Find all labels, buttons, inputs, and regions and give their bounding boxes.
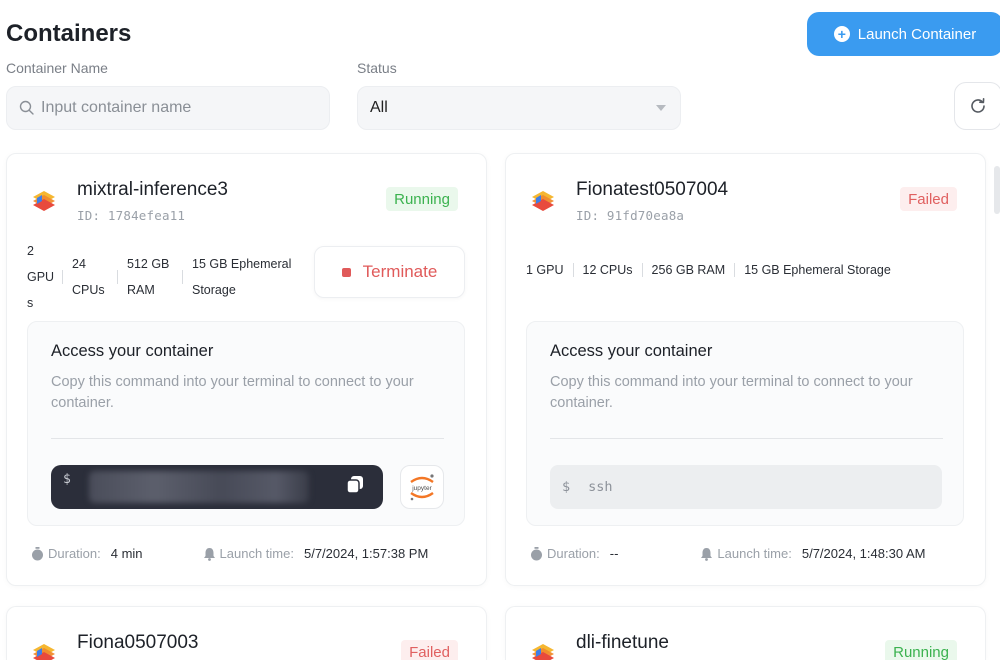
container-logo-icon	[532, 644, 554, 660]
status-badge: Failed	[900, 187, 957, 211]
stopwatch-icon	[531, 546, 542, 560]
divider	[62, 270, 63, 284]
launch-container-label: Launch Container	[857, 25, 977, 43]
status-badge: Running	[885, 640, 957, 660]
container-card[interactable]: Fiona0507003 Failed	[6, 606, 487, 660]
status-select[interactable]: All	[357, 86, 681, 130]
stopwatch-icon	[32, 546, 43, 560]
duration-value: --	[609, 546, 619, 561]
jupyter-text: jupyter	[411, 485, 432, 492]
status-label: Status	[357, 60, 397, 76]
container-name: Fiona0507003	[77, 632, 199, 653]
access-title: Access your container	[51, 342, 214, 360]
divider	[572, 263, 574, 277]
launch-container-button[interactable]: + Launch Container	[807, 12, 1000, 56]
access-panel: Access your container Copy this command …	[526, 321, 964, 526]
refresh-icon	[971, 98, 985, 113]
spec-ram: 512 GB RAM	[127, 257, 170, 297]
container-card[interactable]: mixtral-inference3 ID: 1784efea11 Runnin…	[6, 153, 487, 586]
container-name: dli-finetune	[576, 632, 669, 653]
divider	[182, 270, 183, 284]
duration-label: Duration:	[48, 546, 101, 561]
launch-time-value: 5/7/2024, 1:48:30 AM	[801, 546, 926, 561]
spec-storage: 15 GB Ephemeral Storage	[192, 257, 292, 297]
jupyter-icon: jupyter	[410, 474, 434, 501]
card-footer: Duration: 4 min Launch time: 5/7/2024, 1…	[31, 546, 471, 561]
refresh-button[interactable]	[954, 82, 1000, 130]
search-icon	[19, 100, 34, 115]
terminate-button[interactable]: Terminate	[314, 246, 465, 298]
bell-icon	[203, 547, 215, 561]
container-logo-icon	[33, 191, 55, 211]
container-id: ID: 1784efea11	[77, 208, 186, 223]
container-logo-icon	[33, 644, 55, 660]
spec-cpu: 24 CPUs	[72, 257, 105, 297]
access-description: Copy this command into your terminal to …	[51, 374, 414, 411]
stop-icon	[341, 267, 351, 277]
access-title: Access your container	[550, 342, 713, 360]
launch-time-value: 5/7/2024, 1:57:38 PM	[303, 546, 429, 561]
access-description: Copy this command into your terminal to …	[550, 374, 913, 411]
divider	[550, 438, 943, 439]
prompt-symbol: $	[562, 479, 571, 495]
ssh-command-box[interactable]: $ ssh	[550, 465, 942, 509]
prompt-symbol: $	[63, 472, 71, 487]
spec-row: 1 GPU 12 CPUs 256 GB RAM 15 GB Ephemeral…	[526, 263, 891, 277]
jupyter-button[interactable]: jupyter	[400, 465, 444, 509]
ssh-command-box[interactable]: $	[51, 465, 383, 509]
ssh-command: ssh	[588, 479, 613, 495]
bell-icon	[701, 547, 713, 561]
container-card[interactable]: Fionatest0507004 ID: 91fd70ea8a Failed 1…	[505, 153, 986, 586]
duration-value: 4 min	[110, 546, 143, 561]
divider	[117, 270, 118, 284]
spec-storage: 15 GB Ephemeral Storage	[744, 263, 891, 277]
status-select-value: All	[370, 99, 388, 116]
container-name-search[interactable]	[6, 86, 330, 130]
container-id: ID: 91fd70ea8a	[576, 208, 685, 223]
divider	[51, 438, 444, 439]
container-name: Fionatest0507004	[576, 179, 729, 200]
status-badge: Failed	[401, 640, 458, 660]
spec-ram: 256 GB RAM	[651, 263, 726, 277]
card-footer: Duration: -- Launch time: 5/7/2024, 1:48…	[530, 546, 970, 561]
divider	[734, 263, 736, 277]
chevron-down-icon	[656, 105, 666, 111]
copy-icon[interactable]	[343, 472, 367, 496]
container-logo-icon	[532, 191, 554, 211]
access-panel: Access your container Copy this command …	[27, 321, 465, 526]
launch-time-label: Launch time:	[717, 546, 792, 561]
duration-label: Duration:	[547, 546, 600, 561]
divider	[641, 263, 643, 277]
search-input[interactable]	[41, 99, 301, 117]
spec-row: 2 GPU s 24 CPUs 512 GB RAM 15 GB Ephemer…	[27, 238, 300, 316]
container-card[interactable]: dli-finetune Running	[505, 606, 986, 660]
page-title: Containers	[6, 20, 132, 47]
status-badge: Running	[386, 187, 458, 211]
launch-time-label: Launch time:	[219, 546, 294, 561]
terminate-label: Terminate	[362, 262, 438, 281]
redacted-command	[89, 471, 309, 503]
spec-gpu: 1 GPU	[526, 263, 564, 277]
container-name-label: Container Name	[6, 60, 108, 76]
scrollbar[interactable]	[994, 166, 1000, 214]
container-name: mixtral-inference3	[77, 179, 228, 200]
spec-gpu: 2 GPU s	[27, 244, 55, 310]
plus-icon: +	[833, 26, 850, 42]
spec-cpu: 12 CPUs	[582, 263, 633, 277]
